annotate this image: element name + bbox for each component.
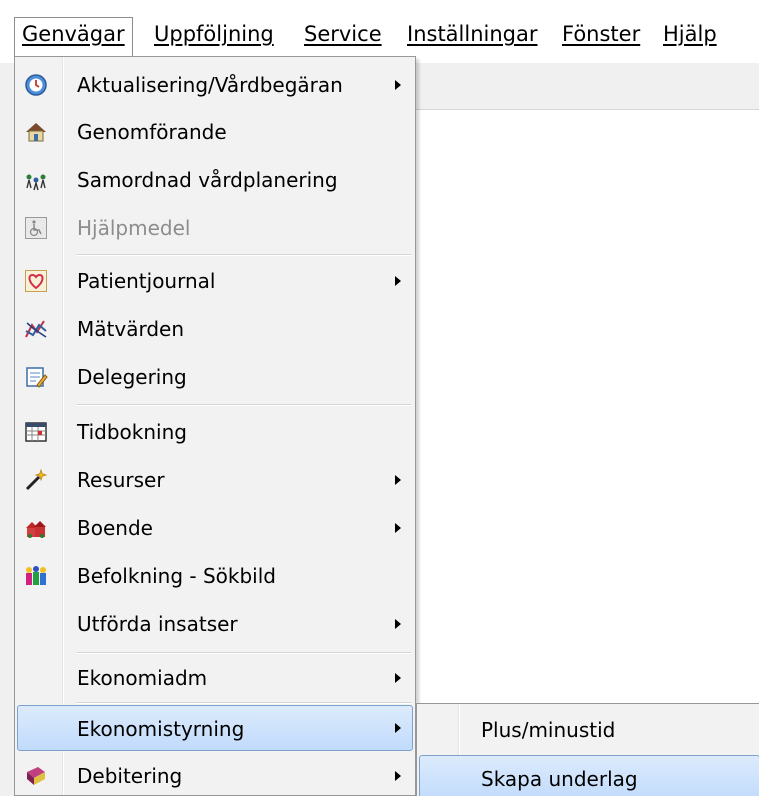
submenu-arrow-icon <box>395 80 401 90</box>
magic-wand-icon <box>23 467 49 493</box>
document-pencil-icon <box>23 364 49 390</box>
menu-item-aktualisering-label: Aktualisering/Vårdbegäran <box>77 73 343 97</box>
menu-item-ekonomiadm[interactable]: Ekonomiadm <box>17 655 413 701</box>
submenu-arrow-icon <box>395 523 401 533</box>
window-left-edge <box>0 63 14 796</box>
menu-item-tidbokning[interactable]: Tidbokning <box>17 409 413 455</box>
menu-separator <box>77 702 411 704</box>
menu-separator <box>77 404 411 406</box>
submenu-arrow-icon <box>395 771 401 781</box>
menu-bar: Genvägar Uppföljning Service Inställning… <box>0 0 759 63</box>
menu-item-matvarden-label: Mätvärden <box>77 317 184 341</box>
menu-item-utforda-insatser[interactable]: Utförda insatser <box>17 601 413 647</box>
menu-item-ekonomistyrning[interactable]: Ekonomistyrning <box>17 705 413 751</box>
menu-item-samordnad-label: Samordnad vårdplanering <box>77 168 338 192</box>
menu-item-genomforande-label: Genomförande <box>77 120 227 144</box>
menu-uppfoljning[interactable]: Uppföljning <box>146 17 282 51</box>
menu-item-utforda-insatser-label: Utförda insatser <box>77 612 238 636</box>
calendar-icon <box>23 419 49 445</box>
menu-item-delegering-label: Delegering <box>77 365 187 389</box>
menu-genvagar[interactable]: Genvägar <box>14 17 133 57</box>
submenu-item-plus-minustid[interactable]: Plus/minustid <box>419 707 759 753</box>
genvagar-dropdown: Aktualisering/Vårdbegäran Genomförande S… <box>14 56 416 796</box>
menu-item-tidbokning-label: Tidbokning <box>77 420 187 444</box>
menu-item-samordnad[interactable]: Samordnad vårdplanering <box>17 157 413 203</box>
house-icon <box>23 119 49 145</box>
clock-gear-icon <box>23 72 49 98</box>
submenu-item-skapa-underlag-label: Skapa underlag <box>481 767 638 791</box>
menu-item-genomforande[interactable]: Genomförande <box>17 109 413 155</box>
menu-item-resurser[interactable]: Resurser <box>17 457 413 503</box>
book-icon <box>23 763 49 789</box>
menu-item-patientjournal-label: Patientjournal <box>77 269 216 293</box>
submenu-item-plus-minustid-label: Plus/minustid <box>481 718 616 742</box>
menu-item-ekonomiadm-label: Ekonomiadm <box>77 666 208 690</box>
submenu-arrow-icon <box>395 619 401 629</box>
menu-item-ekonomistyrning-label: Ekonomistyrning <box>77 717 245 741</box>
house-group-icon <box>23 515 49 541</box>
heart-icon <box>23 268 49 294</box>
submenu-arrow-icon <box>395 276 401 286</box>
wheelchair-icon <box>23 215 49 241</box>
menu-hjalp[interactable]: Hjälp <box>655 17 725 51</box>
menu-service-label: Service <box>304 22 382 46</box>
menu-hjalp-label: Hjälp <box>663 22 717 46</box>
menu-installningar[interactable]: Inställningar <box>399 17 546 51</box>
submenu-arrow-icon <box>395 673 401 683</box>
menu-item-aktualisering[interactable]: Aktualisering/Vårdbegäran <box>17 62 413 108</box>
population-icon <box>23 563 49 589</box>
menu-uppfoljning-label: Uppföljning <box>154 22 274 46</box>
menu-item-befolkning[interactable]: Befolkning - Sökbild <box>17 553 413 599</box>
menu-separator <box>77 652 411 654</box>
menu-item-patientjournal[interactable]: Patientjournal <box>17 258 413 304</box>
people-chain-icon <box>23 167 49 193</box>
menu-fonster[interactable]: Fönster <box>554 17 648 51</box>
submenu-item-skapa-underlag[interactable]: Skapa underlag <box>419 755 759 796</box>
menu-item-debitering-label: Debitering <box>77 764 183 788</box>
menu-item-delegering[interactable]: Delegering <box>17 354 413 400</box>
menu-item-resurser-label: Resurser <box>77 468 165 492</box>
menu-item-boende[interactable]: Boende <box>17 505 413 551</box>
chart-icon <box>23 316 49 342</box>
menu-separator <box>77 254 411 256</box>
menu-service[interactable]: Service <box>296 17 390 51</box>
menu-item-matvarden[interactable]: Mätvärden <box>17 306 413 352</box>
submenu-arrow-icon <box>395 723 401 733</box>
menu-item-hjalpmedel[interactable]: Hjälpmedel <box>17 205 413 251</box>
menu-item-befolkning-label: Befolkning - Sökbild <box>77 564 276 588</box>
menu-item-debitering[interactable]: Debitering <box>17 753 413 796</box>
menu-item-boende-label: Boende <box>77 516 153 540</box>
ekonomistyrning-submenu: Plus/minustid Skapa underlag <box>416 703 759 796</box>
menu-installningar-label: Inställningar <box>407 22 538 46</box>
menu-item-hjalpmedel-label: Hjälpmedel <box>77 216 191 240</box>
menu-fonster-label: Fönster <box>562 22 641 46</box>
menu-genvagar-label: Genvägar <box>22 22 125 46</box>
submenu-arrow-icon <box>395 475 401 485</box>
